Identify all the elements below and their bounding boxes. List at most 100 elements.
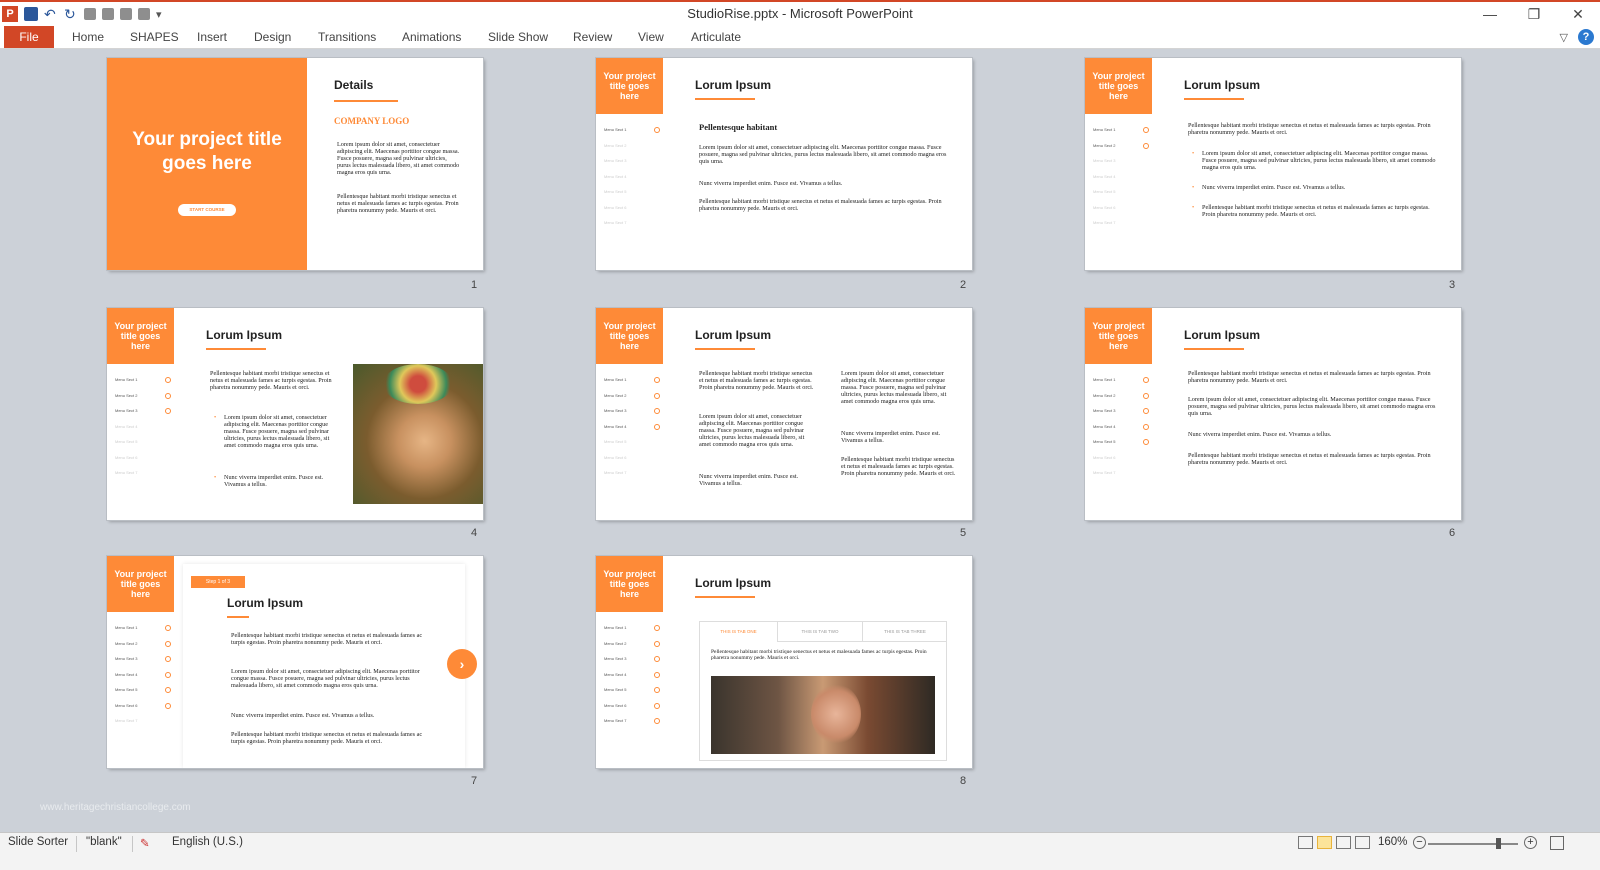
- check-icon: [654, 671, 660, 678]
- slide-number: 1: [471, 279, 478, 291]
- body-paragraph: Pellentesque habitant morbi tristique se…: [699, 198, 942, 212]
- slide-thumbnail-1[interactable]: Your project title goes here START COURS…: [107, 58, 483, 270]
- tab-home[interactable]: Home: [72, 26, 104, 48]
- normal-view-icon[interactable]: [1298, 836, 1313, 849]
- restore-button[interactable]: ❐: [1512, 2, 1556, 26]
- spelling-check-icon[interactable]: ✎: [140, 836, 150, 850]
- slide-thumbnail-4[interactable]: Your project title goes here Menu Sect 1…: [107, 308, 483, 520]
- bullet-paragraph: Lorem ipsum dolor sit amet, consectetuer…: [214, 414, 340, 449]
- menu-item: Menu Sect 1: [1093, 372, 1149, 388]
- slide-thumbnail-8[interactable]: Your project title goes here Menu Sect 1…: [596, 556, 972, 768]
- zoom-level[interactable]: 160%: [1378, 836, 1407, 848]
- menu-item: Menu Sect 4: [604, 419, 660, 435]
- check-icon: [654, 127, 660, 133]
- zoom-in-icon[interactable]: +: [1524, 836, 1537, 849]
- redo-icon[interactable]: ↻: [64, 7, 78, 21]
- fit-to-window-icon[interactable]: [1550, 836, 1564, 850]
- tab-file[interactable]: File: [4, 26, 54, 48]
- tab-shapes[interactable]: SHAPES: [130, 26, 179, 48]
- slide-number: 6: [1449, 527, 1456, 539]
- slide-thumbnail-7[interactable]: Your project title goes here Menu Sect 1…: [107, 556, 483, 768]
- tab-review[interactable]: Review: [573, 26, 612, 48]
- body-paragraph: Nunc viverra imperdiet enim. Fusce est. …: [231, 712, 375, 719]
- zoom-slider-thumb[interactable]: [1496, 838, 1502, 849]
- menu-item: Menu Sect 3: [1093, 158, 1116, 163]
- slide-heading: Lorum Ipsum: [1184, 78, 1261, 92]
- menu-item: Menu Sect 3: [604, 403, 660, 419]
- theme-name[interactable]: "blank": [86, 836, 122, 848]
- body-paragraph: Lorem ipsum dolor sit amet, consectetuer…: [1188, 396, 1436, 417]
- format-painter-icon[interactable]: [120, 8, 132, 20]
- menu-item: Menu Sect 4: [604, 667, 660, 683]
- powerpoint-logo-icon[interactable]: P: [2, 6, 18, 22]
- check-icon: [654, 377, 660, 383]
- slide-thumbnail-5[interactable]: Your project title goes here Menu Sect 1…: [596, 308, 972, 520]
- tab-design[interactable]: Design: [254, 26, 291, 48]
- check-icon: [165, 702, 171, 709]
- slide-sorter-view-icon[interactable]: [1317, 836, 1332, 849]
- side-menu: Menu Sect 1 Menu Sect 2 Menu Sect 3 Menu…: [1093, 122, 1149, 231]
- body-paragraph: Nunc viverra imperdiet enim. Fusce est. …: [841, 430, 941, 444]
- minimize-button[interactable]: —: [1468, 2, 1512, 26]
- bullets-icon[interactable]: [102, 8, 114, 20]
- tab-three: THIS IS TAB THREE: [863, 622, 947, 642]
- tab-insert[interactable]: Insert: [197, 26, 227, 48]
- ribbon-tabs: File Home SHAPES Insert Design Transitio…: [0, 26, 1600, 49]
- heading-underline: [334, 100, 398, 102]
- tab-transitions[interactable]: Transitions: [318, 26, 376, 48]
- help-icon[interactable]: ?: [1578, 29, 1594, 45]
- zoom-out-icon[interactable]: −: [1413, 836, 1426, 849]
- zoom-slider[interactable]: [1428, 838, 1518, 849]
- side-menu: Menu Sect 1 Menu Sect 2 Menu Sect 3 Menu…: [604, 122, 660, 231]
- body-paragraph: Nunc viverra imperdiet enim. Fusce est. …: [699, 180, 843, 187]
- side-menu: Menu Sect 1 Menu Sect 2 Menu Sect 3 Menu…: [604, 372, 660, 481]
- start-course-button: START COURSE: [178, 204, 236, 216]
- slide-thumbnail-2[interactable]: Your project title goes here Menu Sect 1…: [596, 58, 972, 270]
- tab-one: THIS IS TAB ONE: [700, 622, 778, 642]
- slide-number: 4: [471, 527, 478, 539]
- slide-thumbnail-3[interactable]: Your project title goes here Menu Sect 1…: [1085, 58, 1461, 270]
- tab-animations[interactable]: Animations: [402, 26, 461, 48]
- body-paragraph: Nunc viverra imperdiet enim. Fusce est. …: [699, 473, 799, 487]
- menu-item: Menu Sect 5: [115, 439, 138, 444]
- check-icon: [165, 392, 171, 399]
- tab-slide-show[interactable]: Slide Show: [488, 26, 548, 48]
- bullet-paragraph: Pellentesque habitant morbi tristique se…: [1192, 204, 1443, 218]
- save-icon[interactable]: [24, 7, 38, 21]
- status-bar: Slide Sorter "blank" ✎ English (U.S.) 16…: [0, 832, 1600, 870]
- side-menu: Menu Sect 1 Menu Sect 2 Menu Sect 3 Menu…: [604, 620, 660, 729]
- slide-heading: Lorum Ipsum: [227, 596, 304, 610]
- copy-icon[interactable]: [84, 8, 96, 20]
- tab-articulate[interactable]: Articulate: [691, 26, 741, 48]
- reading-view-icon[interactable]: [1336, 836, 1351, 849]
- language-label[interactable]: English (U.S.): [172, 836, 243, 848]
- menu-item: Menu Sect 5: [604, 189, 627, 194]
- girl-photo: [353, 364, 483, 504]
- slide-thumbnail-6[interactable]: Your project title goes here Menu Sect 1…: [1085, 308, 1461, 520]
- menu-item: Menu Sect 2: [115, 636, 171, 652]
- menu-item: Menu Sect 5: [604, 682, 660, 698]
- slide-heading: Lorum Ipsum: [695, 328, 772, 342]
- heading-underline: [695, 348, 755, 350]
- watermark-text: www.heritagechristiancollege.com: [40, 802, 191, 813]
- collapse-ribbon-icon[interactable]: ▽: [1560, 31, 1568, 44]
- sub-heading: Pellentesque habitant: [699, 122, 778, 132]
- spelling-icon[interactable]: [138, 8, 150, 20]
- menu-item: Menu Sect 5: [115, 682, 171, 698]
- check-icon: [654, 423, 660, 430]
- close-button[interactable]: ✕: [1556, 2, 1600, 26]
- check-icon: [1143, 127, 1149, 133]
- menu-item: Menu Sect 7: [604, 713, 660, 729]
- customize-qat-icon[interactable]: ▾: [156, 8, 162, 21]
- body-paragraph: Lorem ipsum dolor sit amet, consectetuer…: [699, 144, 947, 165]
- body-paragraph: Nunc viverra imperdiet enim. Fusce est. …: [1188, 431, 1332, 438]
- window-controls: — ❐ ✕: [1468, 2, 1600, 26]
- menu-item: Menu Sect 7: [115, 718, 138, 723]
- menu-item: Menu Sect 3: [604, 158, 627, 163]
- undo-icon[interactable]: ↶: [44, 7, 58, 21]
- menu-item: Menu Sect 2: [604, 142, 627, 148]
- check-icon: [654, 687, 660, 693]
- menu-item: Menu Sect 7: [115, 470, 138, 475]
- tab-view[interactable]: View: [638, 26, 664, 48]
- slide-show-view-icon[interactable]: [1355, 836, 1370, 849]
